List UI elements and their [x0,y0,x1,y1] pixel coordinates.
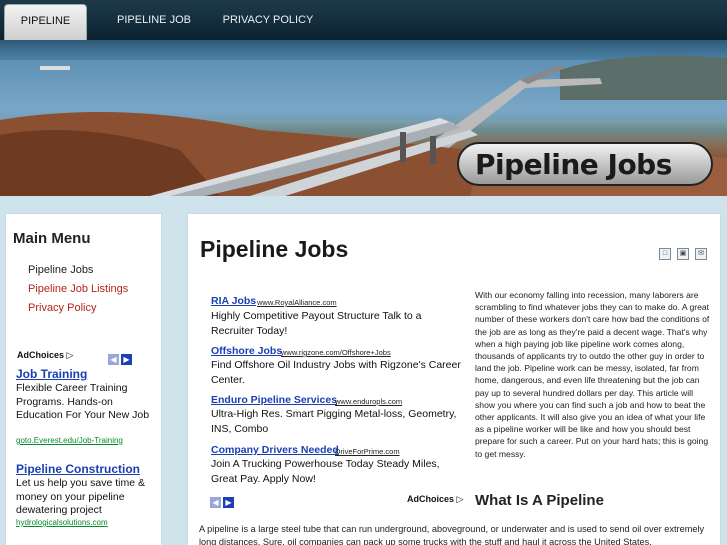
top-nav: PIPELINE JOBS PIPELINE JOB LISTINGS PRIV… [0,0,727,59]
next-arrow-icon[interactable]: ▶ [121,354,132,365]
print-icon[interactable]: ▣ [677,248,689,260]
ad-url[interactable]: DriveForPrime.com [335,447,400,456]
ad-body: Let us help you save time & money on you… [16,477,145,516]
prev-arrow-icon[interactable]: ◀ [210,497,221,508]
ad-title-ria-jobs[interactable]: RIA Jobs [211,295,256,307]
adchoices-label[interactable]: AdChoices ▷ [407,494,463,505]
header-banner: Pipeline Jobs [0,40,727,196]
ad-url[interactable]: hydrologicalsolutions.com [16,518,108,527]
ad-url[interactable]: www.rigzone.com/Offshore+Jobs [281,348,391,357]
email-icon[interactable]: ✉ [695,248,707,260]
ad-title-pipeline-construction[interactable]: Pipeline Construction [16,462,140,476]
sidebar-title: Main Menu [13,230,91,247]
article-body: A pipeline is a large steel tube that ca… [199,524,705,545]
page-title: Pipeline Jobs [200,236,349,262]
ad-url[interactable]: www.RoyalAlliance.com [257,298,337,307]
tab-privacy-policy[interactable]: PRIVACY POLICY [222,4,314,40]
ad-body: Flexible Career Training Programs. Hands… [16,382,150,421]
pipeline-jobs-logo[interactable]: Pipeline Jobs [457,142,713,186]
next-arrow-icon[interactable]: ▶ [223,497,234,508]
ad-url[interactable]: goto.Everest.edu/Job-Training [16,436,123,445]
prev-arrow-icon[interactable]: ◀ [108,354,119,365]
pdf-icon[interactable]: □ [659,248,671,260]
ad-nav-arrows: ◀ ▶ [210,492,236,510]
ad-body: Ultra-High Res. Smart Pigging Metal-loss… [211,408,457,435]
ad-nav-arrows: ◀ ▶ [108,349,134,367]
main-content: Pipeline Jobs □ ▣ ✉ RIA Jobs www.RoyalAl… [187,213,721,545]
article-intro: With our economy falling into recession,… [475,290,710,459]
logo-text: Pipeline Jobs [475,148,672,181]
tab-pipeline-jobs[interactable]: PIPELINE JOBS [4,4,87,59]
adchoices-icon: ▷ [456,494,464,504]
ad-body: Highly Competitive Payout Structure Talk… [211,310,422,337]
adchoices-label[interactable]: AdChoices ▷ [17,350,73,361]
section-heading: What Is A Pipeline [475,492,604,509]
ad-title-job-training[interactable]: Job Training [16,367,87,381]
ad-body: Join A Trucking Powerhouse Today Steady … [211,458,440,485]
ad-title-offshore-jobs[interactable]: Offshore Jobs [211,345,282,357]
ad-url[interactable]: www.enduropls.com [335,397,402,406]
sidebar-item-pipeline-job-listings[interactable]: Pipeline Job Listings [28,283,128,295]
ad-body: Find Offshore Oil Industry Jobs with Rig… [211,359,461,386]
sidebar-item-pipeline-jobs[interactable]: Pipeline Jobs [28,264,93,276]
ad-title-enduro-pipeline-services[interactable]: Enduro Pipeline Services [211,394,337,406]
ad-title-company-drivers-needed[interactable]: Company Drivers Needed [211,444,339,456]
sidebar-item-privacy-policy[interactable]: Privacy Policy [28,302,96,314]
sidebar: Main Menu Pipeline Jobs Pipeline Job Lis… [5,213,162,545]
adchoices-icon: ▷ [66,350,74,360]
tab-pipeline-job-listings[interactable]: PIPELINE JOB LISTINGS [94,4,214,58]
